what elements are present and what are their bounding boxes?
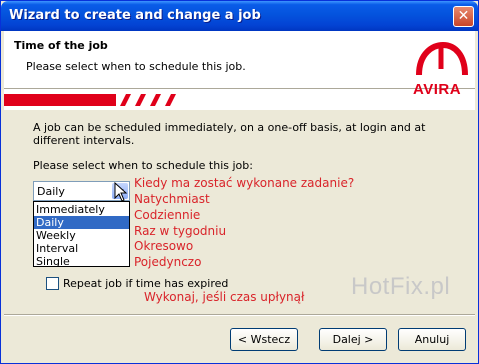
annotation-weekly: Raz w tygodniu — [134, 224, 227, 238]
option-interval[interactable]: Interval — [34, 242, 129, 255]
wizard-header: Time of the job Please select when to sc… — [4, 31, 475, 110]
annotation-repeat: Wykonaj, jeśli czas upłynął — [144, 290, 305, 304]
option-weekly[interactable]: Weekly — [34, 229, 129, 242]
logo-text: AVIRA — [413, 81, 462, 98]
annotation-question: Kiedy ma zostać wykonane zadanie? — [134, 176, 355, 190]
option-immediately[interactable]: Immediately — [34, 203, 129, 216]
annotation-daily: Codziennie — [134, 208, 201, 222]
umbrella-icon — [416, 41, 468, 76]
cancel-button[interactable]: Anuluj — [398, 328, 466, 351]
repeat-checkbox[interactable] — [46, 277, 59, 290]
dropdown-value: Daily — [37, 185, 65, 198]
annotation-single: Pojedynczo — [134, 255, 202, 269]
schedule-options-list[interactable]: Immediately Daily Weekly Interval Single — [33, 201, 130, 268]
window-title: Wizard to create and change a job — [9, 8, 261, 23]
header-divider — [4, 88, 475, 89]
header-title: Time of the job — [14, 39, 108, 52]
option-daily[interactable]: Daily — [34, 216, 129, 229]
repeat-label: Repeat job if time has expired — [63, 277, 229, 290]
schedule-label: Please select when to schedule this job: — [33, 159, 253, 172]
footer-divider-highlight — [4, 315, 475, 316]
watermark: HotFix.pl — [351, 273, 451, 300]
avira-logo: AVIRA — [411, 39, 471, 101]
option-single[interactable]: Single — [34, 255, 129, 268]
annotation-interval: Okresowo — [134, 239, 194, 253]
annotation-immediately: Natychmiast — [134, 192, 210, 206]
close-button[interactable]: ✕ — [453, 6, 474, 27]
title-bar[interactable]: Wizard to create and change a job ✕ — [1, 1, 478, 31]
red-stripe-bar — [4, 94, 176, 106]
wizard-window: Wizard to create and change a job ✕ Time… — [0, 0, 479, 364]
description-text: A job can be scheduled immediately, on a… — [33, 121, 426, 147]
back-button[interactable]: < Wstecz — [230, 328, 298, 351]
next-button[interactable]: Dalej > — [319, 328, 387, 351]
header-subtitle: Please select when to schedule this job. — [26, 60, 246, 73]
mouse-cursor-icon — [114, 182, 128, 202]
